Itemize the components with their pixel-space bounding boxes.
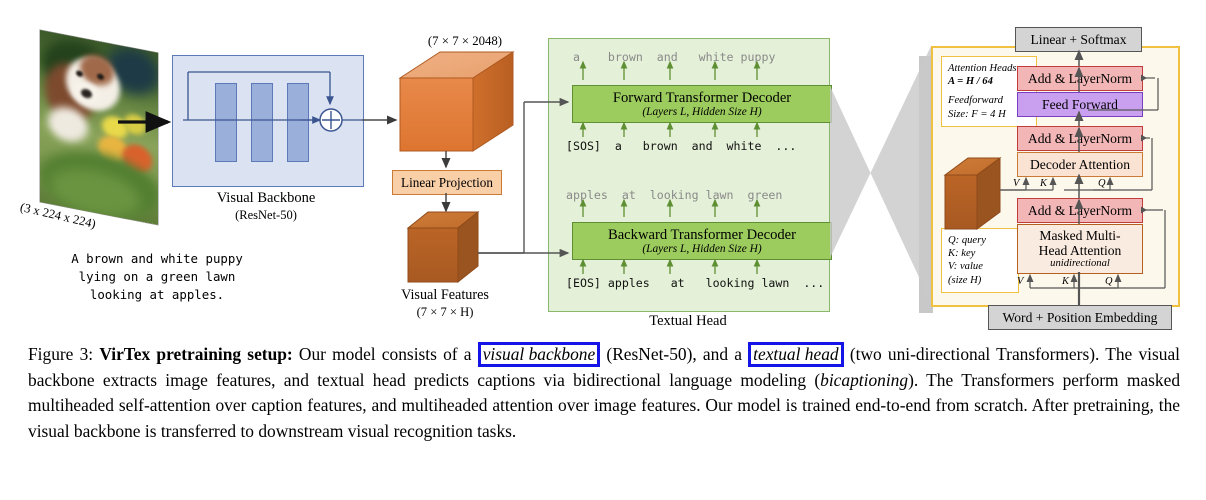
legend-value: V: value (948, 261, 983, 273)
feature-cube-dimensions: (7 × 7 × 2048) (427, 34, 503, 48)
decoder-attn-q-label: Q (1098, 178, 1106, 189)
decoder-attention-box[interactable]: Decoder Attention (1017, 152, 1143, 177)
add-layernorm-mid-label: Add & LayerNorm (1027, 131, 1133, 146)
figure-caption: Figure 3: VirTex pretraining setup: Our … (28, 342, 1180, 444)
forward-decoder-title: Forward Transformer Decoder (612, 89, 792, 106)
feed-forward-box[interactable]: Feed Forward (1017, 92, 1143, 117)
forward-decoder-subtitle: (Layers L, Hidden Size H) (642, 105, 762, 118)
legend-query: Q: query (948, 235, 986, 246)
input-image (40, 30, 175, 225)
backward-transformer-decoder[interactable]: Backward Transformer Decoder (Layers L, … (572, 222, 832, 260)
forward-output-tokens: a brown and white puppy (573, 50, 776, 64)
caption-line-2: lying on a green lawn (78, 269, 236, 284)
legend-size: (size H) (948, 274, 982, 286)
forward-transformer-decoder[interactable]: Forward Transformer Decoder (Layers L, H… (572, 85, 832, 123)
feed-forward-label: Feed Forward (1042, 97, 1118, 112)
puppy-photo (40, 30, 158, 225)
masked-attn-k-label: K (1062, 276, 1069, 287)
visual-backbone-box (172, 55, 364, 187)
caption-bold-title: VirTex pretraining setup: (99, 344, 293, 364)
visual-backbone-title: Visual Backbone (216, 190, 316, 206)
caption-italic-bicaptioning: bicaptioning (820, 369, 909, 390)
masked-attention-line1: Masked Multi- (1039, 228, 1121, 243)
masked-attn-v-label: V (1017, 276, 1024, 287)
masked-attn-q-label: Q (1105, 276, 1113, 287)
caption-line-3: looking at apples. (89, 287, 225, 302)
ground-truth-caption: A brown and white puppy lying on a green… (42, 250, 272, 304)
backward-output-tokens: apples at looking lawn green (566, 188, 783, 202)
linear-projection-box[interactable]: Linear Projection (392, 170, 502, 195)
masked-attention-line2: Head Attention (1038, 243, 1122, 258)
caption-text-1: Our model consists of a (292, 344, 478, 364)
backward-input-tokens: [EOS] apples at looking lawn ... (566, 276, 825, 290)
textual-head-title: Textual Head (649, 313, 727, 329)
backward-decoder-title: Backward Transformer Decoder (607, 226, 797, 243)
add-layernorm-mid-box[interactable]: Add & LayerNorm (1017, 126, 1143, 151)
resnet-block-3 (287, 83, 309, 162)
decoder-attn-k-label: K (1040, 178, 1047, 189)
resnet-block-2 (251, 83, 273, 162)
visual-features-title: Visual Features (401, 287, 489, 303)
add-layernorm-bottom-box[interactable]: Add & LayerNorm (1017, 198, 1143, 223)
caption-figure-number: Figure 3: (28, 344, 94, 364)
caption-highlight-textual-head[interactable]: textual head (748, 342, 844, 367)
decoder-attn-v-label: V (1013, 178, 1020, 189)
caption-highlight-visual-backbone[interactable]: visual backbone (477, 342, 601, 367)
visual-features-dimensions: (7 × 7 × H) (416, 305, 474, 319)
masked-multihead-attention-box[interactable]: Masked Multi- Head Attention unidirectio… (1017, 224, 1143, 274)
decoder-attention-label: Decoder Attention (1029, 157, 1131, 172)
add-layernorm-top-label: Add & LayerNorm (1027, 71, 1133, 86)
word-position-embedding-box[interactable]: Word + Position Embedding (988, 305, 1172, 330)
caption-line-1: A brown and white puppy (71, 251, 243, 266)
figure-canvas: (3 x 224 x 224) A brown and white puppy … (0, 0, 1206, 500)
backward-decoder-subtitle: (Layers L, Hidden Size H) (642, 242, 762, 255)
resnet-block-1 (215, 83, 237, 162)
linear-softmax-box[interactable]: Linear + Softmax (1015, 27, 1142, 52)
caption-text-2: (ResNet-50), and a (600, 344, 749, 364)
add-layernorm-top-box[interactable]: Add & LayerNorm (1017, 66, 1143, 91)
textual-head-box (548, 38, 830, 312)
qkv-legend-note: Q: query K: key V: value (size H) (941, 228, 1019, 293)
forward-input-tokens: [SOS] a brown and white ... (566, 139, 797, 153)
visual-backbone-subtitle: (ResNet-50) (235, 208, 297, 222)
add-layernorm-bottom-label: Add & LayerNorm (1027, 203, 1133, 218)
legend-key: K: key (948, 248, 976, 260)
masked-attention-subtitle: unidirectional (1050, 258, 1110, 269)
